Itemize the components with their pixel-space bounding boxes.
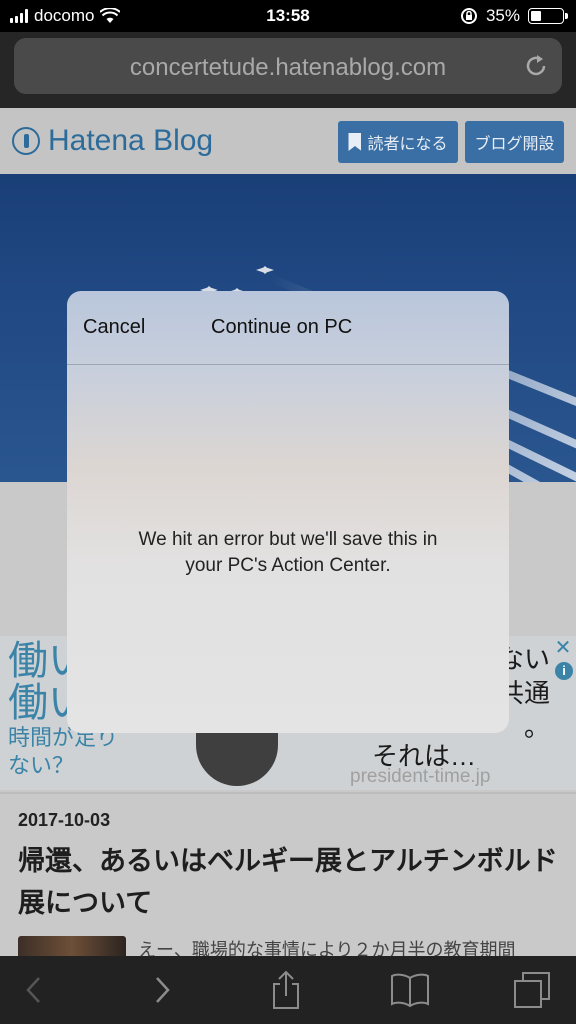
browser-address-area: concertetude.hatenablog.com bbox=[0, 32, 576, 108]
dialog-title: Continue on PC bbox=[211, 316, 353, 338]
cancel-button[interactable]: Cancel bbox=[83, 316, 145, 339]
share-icon bbox=[273, 970, 299, 1009]
reload-icon[interactable] bbox=[522, 52, 550, 80]
dialog-message: We hit an error but we'll save this in y… bbox=[87, 527, 489, 579]
hatena-blog-logo[interactable]: Hatena Blog bbox=[12, 124, 213, 158]
post-title-link[interactable]: 帰還、あるいはベルギー展とアルチンボルド展について bbox=[18, 840, 566, 924]
subscribe-button[interactable]: 読者になる bbox=[338, 121, 458, 163]
tabs-icon bbox=[514, 972, 550, 1008]
post-excerpt: えー、職場的な事情により２か月半の教育期間 bbox=[138, 940, 516, 956]
battery-percent: 35% bbox=[485, 6, 520, 25]
address-bar[interactable]: concertetude.hatenablog.com bbox=[14, 38, 562, 94]
address-text: concertetude.hatenablog.com bbox=[129, 54, 447, 81]
rotation-lock-icon bbox=[460, 8, 477, 24]
post-thumbnail[interactable] bbox=[18, 936, 126, 956]
bookmarks-button[interactable] bbox=[390, 970, 430, 1010]
chevron-right-icon bbox=[156, 977, 170, 1003]
battery-level bbox=[531, 11, 541, 21]
message-line: your PC's Action Center. bbox=[185, 555, 391, 576]
subscribe-label: 読者になる bbox=[367, 136, 448, 153]
logo-text: Hatena Blog bbox=[48, 124, 214, 157]
continue-on-pc-dialog: Cancel Continue on PC We hit an error bu… bbox=[67, 291, 509, 733]
divider bbox=[0, 792, 576, 794]
airplane bbox=[256, 266, 274, 274]
status-right: 35% bbox=[460, 6, 568, 26]
ad-close-icon[interactable]: ✕ bbox=[552, 638, 574, 660]
book-icon bbox=[391, 973, 429, 1008]
ad-info-icon[interactable]: i bbox=[555, 662, 573, 680]
message-line: We hit an error but we'll save this in bbox=[138, 529, 438, 550]
post-date: 2017-10-03 bbox=[18, 810, 111, 830]
blog-header: Hatena Blog 読者になる ブログ開設 bbox=[0, 108, 576, 174]
ad-domain: president-time.jp bbox=[350, 766, 491, 787]
chevron-left-icon bbox=[26, 977, 40, 1003]
dialog-header: Cancel Continue on PC bbox=[67, 291, 509, 365]
forward-button[interactable] bbox=[142, 970, 182, 1010]
bookmark-icon bbox=[348, 133, 362, 151]
browser-toolbar bbox=[0, 956, 576, 1024]
share-button[interactable] bbox=[266, 970, 306, 1010]
back-button[interactable] bbox=[14, 970, 54, 1010]
hatena-logo-icon bbox=[12, 127, 40, 155]
battery-icon bbox=[528, 8, 568, 24]
ad-subtext: ない？ bbox=[8, 753, 75, 778]
status-bar: docomo 13:58 35% bbox=[0, 0, 576, 32]
tabs-button[interactable] bbox=[512, 970, 552, 1010]
start-blog-button[interactable]: ブログ開設 bbox=[465, 121, 564, 163]
